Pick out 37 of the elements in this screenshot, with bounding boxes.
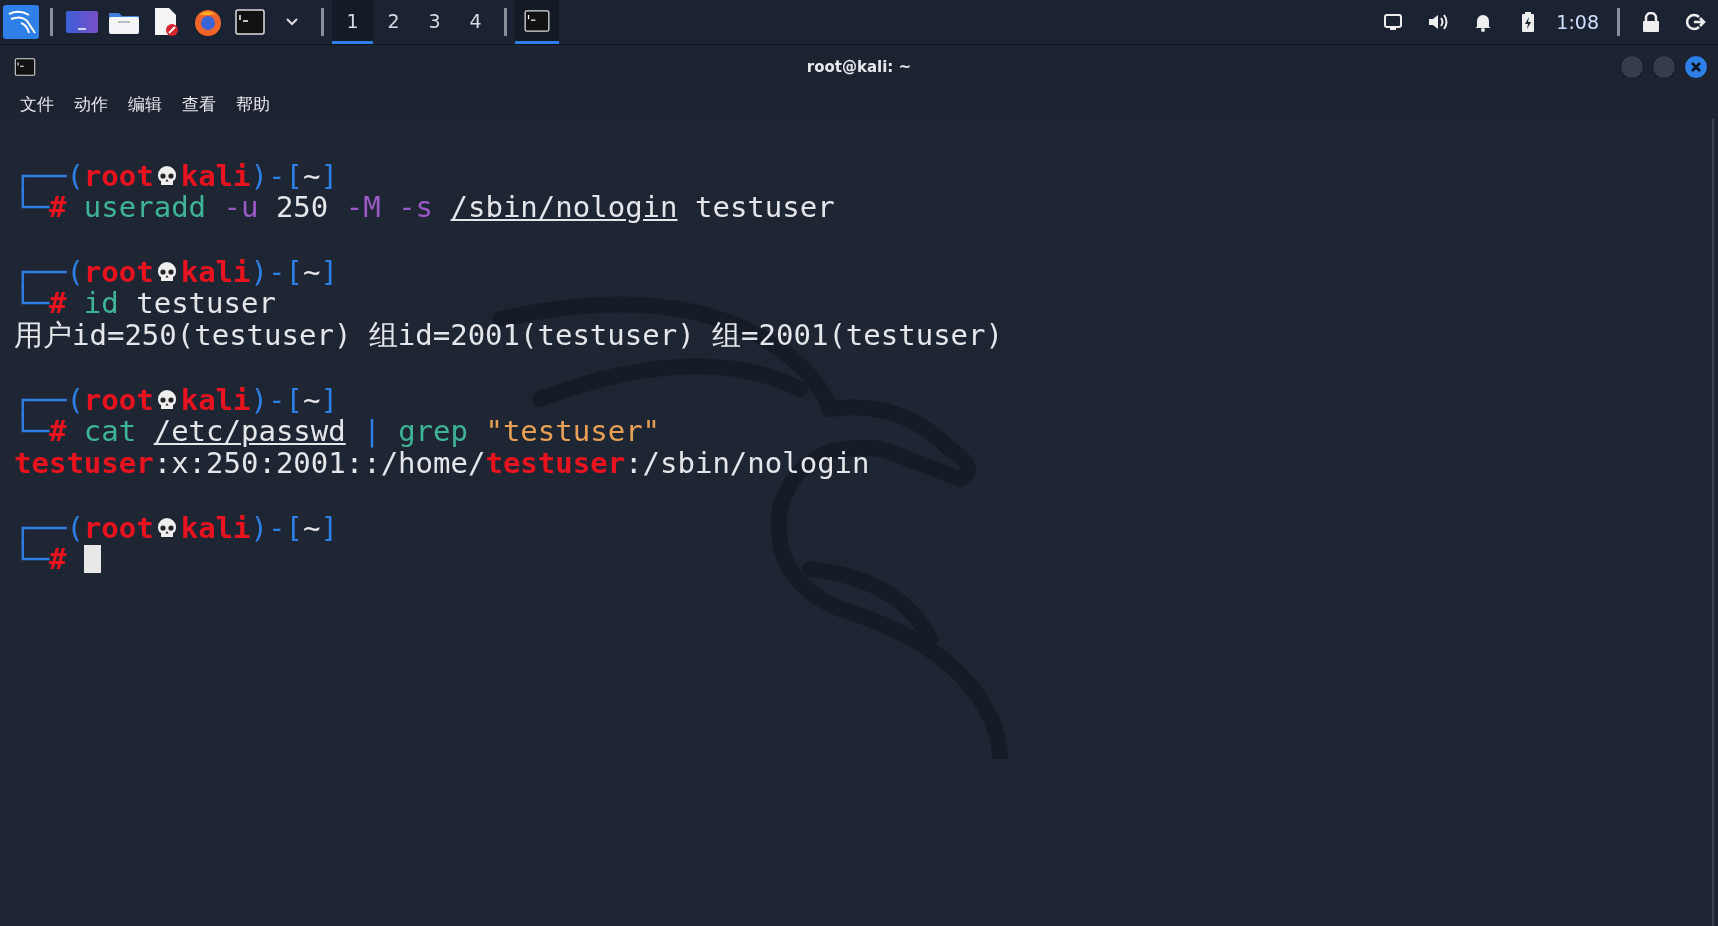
prompt-text: kali)-[~]: [180, 512, 338, 544]
desktop-icon[interactable]: [66, 9, 98, 35]
menu-item[interactable]: 文件: [10, 90, 64, 118]
volume-icon[interactable]: [1426, 13, 1449, 31]
menu-item[interactable]: 帮助: [226, 90, 280, 118]
skull-icon: [155, 165, 178, 187]
text-cursor: [83, 545, 101, 573]
menu-item[interactable]: 动作: [64, 90, 118, 118]
chevron-down-icon[interactable]: [285, 17, 299, 27]
workspace-tab[interactable]: 3: [414, 0, 455, 44]
terminal-icon: [524, 9, 550, 32]
battery-icon[interactable]: [1520, 12, 1535, 32]
prompt-text: kali)-[~]: [180, 160, 338, 192]
task-button[interactable]: [515, 0, 559, 44]
skull-icon: [155, 389, 178, 411]
menu-item[interactable]: 编辑: [118, 90, 172, 118]
prompt-text: kali)-[~]: [180, 256, 338, 288]
skull-icon: [155, 517, 178, 539]
close-button[interactable]: [1684, 55, 1708, 79]
workspace-tab[interactable]: 4: [455, 0, 496, 44]
display-icon[interactable]: [1382, 13, 1403, 31]
lock-icon[interactable]: [1641, 12, 1660, 32]
workspace-tab[interactable]: 1: [332, 0, 373, 44]
output-text: 用户id=250(testuser) 组id=2001(testuser) 组=2001(testuser): [14, 318, 1003, 351]
terminal-icon[interactable]: [235, 9, 265, 35]
dragon-logo-icon[interactable]: [3, 5, 39, 39]
logout-icon[interactable]: [1685, 12, 1706, 32]
clock-time[interactable]: 1:08: [1556, 11, 1599, 33]
prompt-text: kali)-[~]: [180, 384, 338, 416]
browser-icon[interactable]: [193, 7, 223, 37]
document-edit-icon[interactable]: [153, 7, 179, 37]
workspace-tab[interactable]: 2: [373, 0, 414, 44]
menu-item[interactable]: 查看: [172, 90, 226, 118]
window-title: root@kali: ~: [806, 58, 912, 76]
close-icon: [1690, 61, 1702, 73]
skull-icon: [155, 261, 178, 283]
window-icon: [14, 58, 36, 76]
